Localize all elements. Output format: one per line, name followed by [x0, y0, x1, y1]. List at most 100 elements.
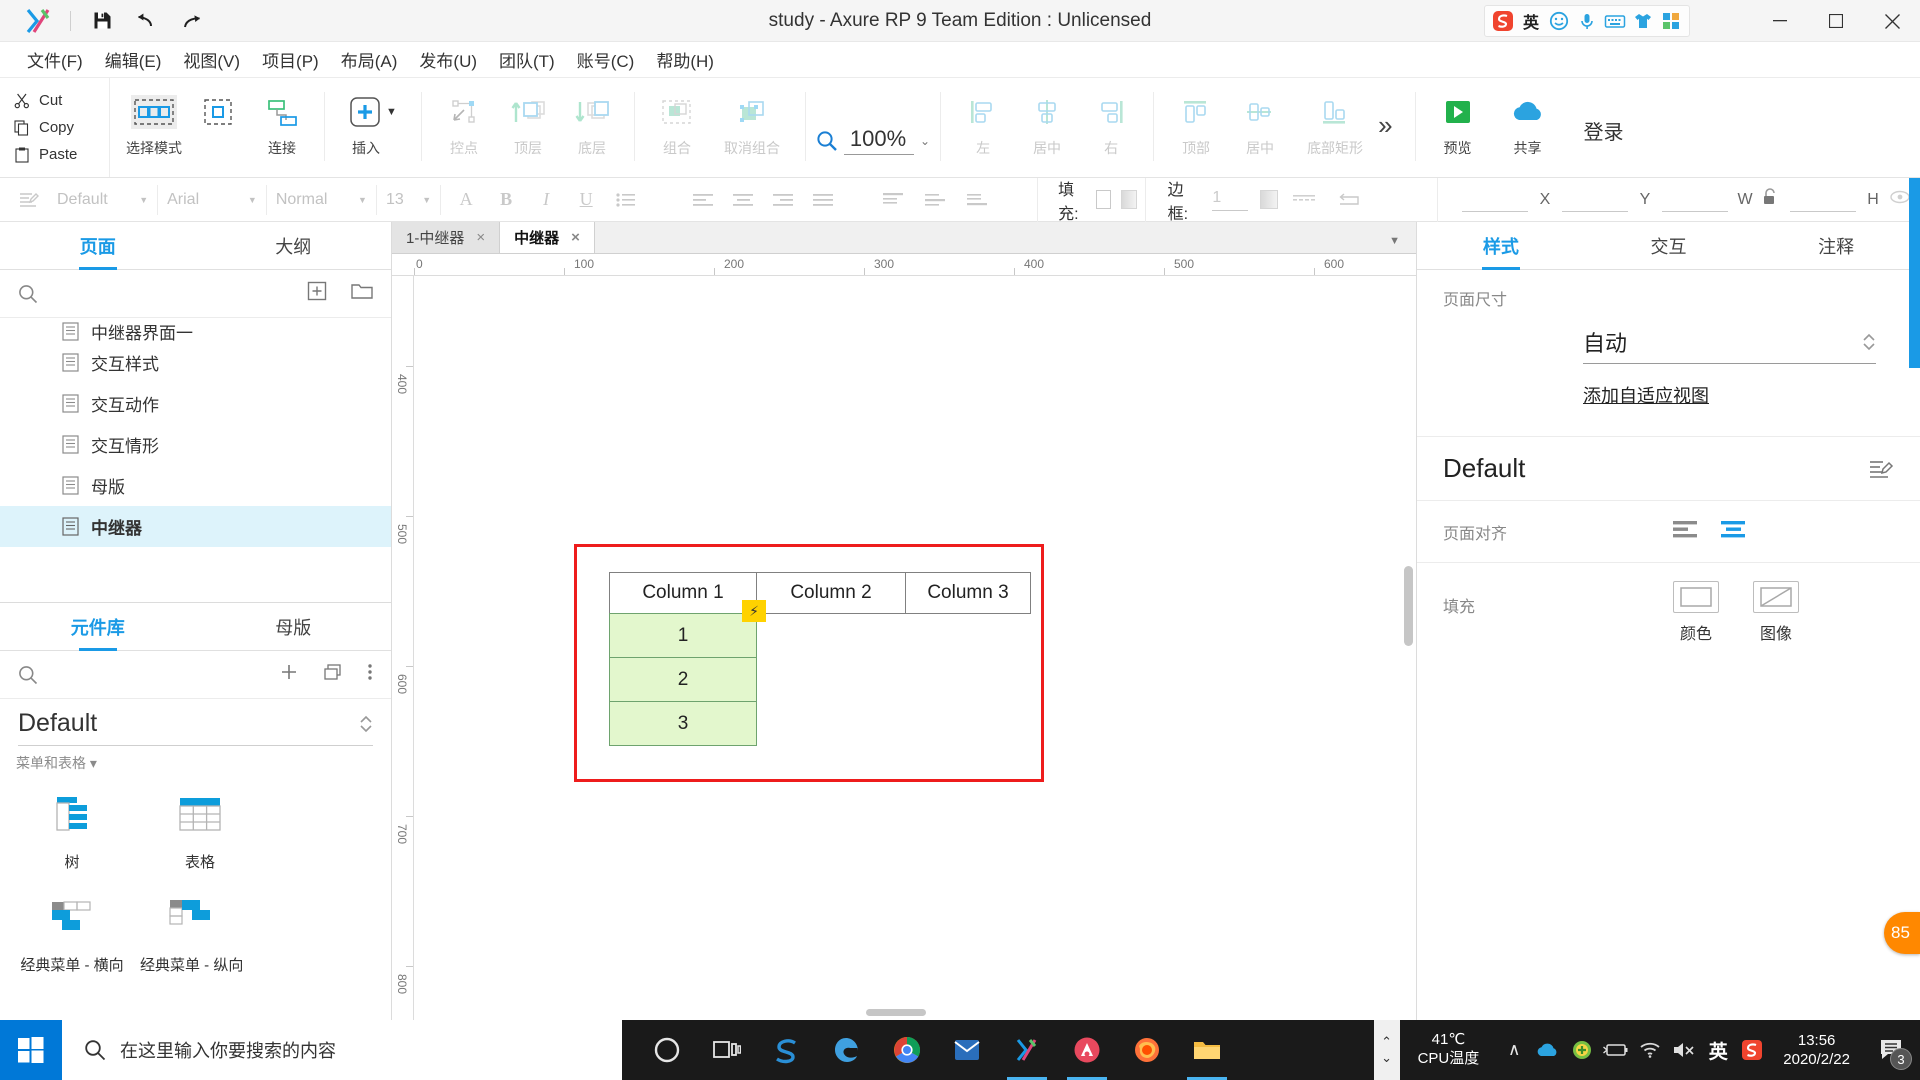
- page-node-0[interactable]: 中继器界面一: [0, 320, 391, 342]
- valign-middle-button[interactable]: [919, 183, 953, 217]
- text-align-left-button[interactable]: [687, 183, 721, 217]
- tab-interactions[interactable]: 交互: [1585, 222, 1753, 269]
- insert-button[interactable]: ▼ 插入: [335, 88, 411, 158]
- notification-center-button[interactable]: 3: [1864, 1020, 1920, 1080]
- doc-tab-2[interactable]: 中继器 ×: [500, 222, 595, 253]
- border-style-button[interactable]: [1290, 183, 1321, 217]
- align-top-button[interactable]: 顶部: [1164, 88, 1228, 158]
- tab-outline[interactable]: 大纲: [196, 222, 392, 269]
- page-node-interaction-action[interactable]: 交互动作: [0, 383, 391, 424]
- menu-publish[interactable]: 发布(U): [408, 43, 488, 76]
- fill-image-option[interactable]: 图像: [1753, 581, 1799, 644]
- lock-aspect-icon[interactable]: [1762, 188, 1782, 211]
- repeater-header-cell[interactable]: Column 3: [905, 572, 1031, 614]
- w-input[interactable]: [1662, 188, 1729, 212]
- y-input[interactable]: [1562, 188, 1629, 212]
- right-panel-scrollbar[interactable]: [1909, 178, 1920, 368]
- undo-icon[interactable]: [129, 6, 163, 36]
- copy-button[interactable]: Copy: [14, 115, 109, 140]
- align-center-button[interactable]: 居中: [1015, 88, 1079, 158]
- zoom-caret-icon[interactable]: ⌄: [920, 134, 930, 148]
- page-align-left-button[interactable]: [1673, 519, 1699, 544]
- design-canvas[interactable]: Column 1 Column 2 Column 3 ⚡ 1 2 3: [414, 276, 1416, 1020]
- h-input[interactable]: [1790, 188, 1857, 212]
- page-node-master[interactable]: 母版: [0, 465, 391, 506]
- fill-color-swatch[interactable]: [1096, 190, 1112, 209]
- repeater-header-cell[interactable]: Column 2: [756, 572, 906, 614]
- security-shield-icon[interactable]: [1565, 1020, 1599, 1080]
- menu-layout[interactable]: 布局(A): [330, 43, 409, 76]
- doc-tabs-overflow-icon[interactable]: ▼: [1389, 235, 1400, 247]
- windows-start-icon[interactable]: [0, 1020, 62, 1080]
- group-button[interactable]: 组合: [645, 88, 709, 158]
- ime-english-icon[interactable]: 英: [1701, 1020, 1735, 1080]
- repeater-row[interactable]: 2: [609, 657, 757, 702]
- redo-icon[interactable]: [175, 6, 209, 36]
- tab-style[interactable]: 样式: [1417, 222, 1585, 269]
- fill-color-option[interactable]: 颜色: [1673, 581, 1719, 644]
- preview-button[interactable]: 预览: [1426, 88, 1490, 158]
- share-button[interactable]: 共享: [1496, 88, 1560, 158]
- add-adaptive-view-link[interactable]: 添加自适应视图: [1583, 382, 1894, 408]
- edge-icon[interactable]: [818, 1020, 876, 1080]
- design-app-icon[interactable]: [1058, 1020, 1116, 1080]
- close-button[interactable]: [1864, 0, 1920, 42]
- lightning-bolt-icon[interactable]: ⚡: [742, 600, 766, 622]
- canvas-vertical-scrollbar[interactable]: [1404, 566, 1413, 646]
- menu-edit[interactable]: 编辑(E): [94, 43, 173, 76]
- widget-tree[interactable]: 树: [8, 783, 136, 872]
- tab-pages[interactable]: 页面: [0, 222, 196, 269]
- cpu-temperature-widget[interactable]: 41℃ CPU温度: [1418, 1031, 1480, 1069]
- search-icon[interactable]: [18, 284, 38, 304]
- chevron-up-icon[interactable]: ⌃: [1381, 1034, 1392, 1050]
- foxmail-icon[interactable]: [938, 1020, 996, 1080]
- select-single-button[interactable]: .: [186, 88, 250, 154]
- x-input[interactable]: [1462, 188, 1529, 212]
- align-middle-button[interactable]: 居中: [1228, 88, 1292, 158]
- doc-tab-1[interactable]: 1-中继器 ×: [392, 222, 501, 253]
- page-align-center-button[interactable]: [1721, 519, 1747, 544]
- style-picker[interactable]: [0, 178, 48, 222]
- sogou-ime-tray-icon[interactable]: [1735, 1020, 1769, 1080]
- menu-project[interactable]: 项目(P): [251, 43, 330, 76]
- vertical-ruler[interactable]: 400 500 600 700 800: [392, 276, 414, 1020]
- widget-table[interactable]: 表格: [136, 783, 264, 872]
- page-node-repeater[interactable]: 中继器: [0, 506, 391, 547]
- chevron-up-icon[interactable]: ∧: [1497, 1020, 1531, 1080]
- align-left-button[interactable]: 左: [951, 88, 1015, 158]
- style-name-row[interactable]: Default: [1417, 437, 1920, 501]
- minimize-button[interactable]: [1752, 0, 1808, 42]
- paste-button[interactable]: Paste: [14, 142, 109, 167]
- font-weight-dropdown[interactable]: Normal ▼: [267, 184, 377, 215]
- ime-voice-icon[interactable]: [1575, 9, 1599, 33]
- canvas-horizontal-scrollbar[interactable]: [866, 1009, 926, 1016]
- menu-view[interactable]: 视图(V): [172, 43, 251, 76]
- ungroup-button[interactable]: 取消组合: [709, 88, 795, 158]
- arrow-style-button[interactable]: [1332, 183, 1363, 217]
- text-align-center-button[interactable]: [727, 183, 761, 217]
- sogou-ime-icon[interactable]: [1491, 9, 1515, 33]
- font-color-button[interactable]: A: [449, 183, 483, 217]
- menu-help[interactable]: 帮助(H): [645, 43, 725, 76]
- page-node-interaction-case[interactable]: 交互情形: [0, 424, 391, 465]
- onedrive-icon[interactable]: [1531, 1020, 1565, 1080]
- underline-button[interactable]: U: [569, 183, 603, 217]
- text-align-right-button[interactable]: [767, 183, 801, 217]
- font-size-dropdown[interactable]: 13 ▼: [377, 184, 442, 215]
- menu-team[interactable]: 团队(T): [488, 43, 566, 76]
- toolbar-overflow-button[interactable]: »: [1378, 78, 1392, 177]
- italic-button[interactable]: I: [529, 183, 563, 217]
- ime-apps-icon[interactable]: [1659, 9, 1683, 33]
- widget-classic-menu-vertical[interactable]: 经典菜单 - 纵向: [136, 886, 286, 975]
- bullet-list-button[interactable]: [609, 183, 643, 217]
- tray-scroll-arrows[interactable]: ⌃ ⌄: [1373, 1020, 1400, 1080]
- wifi-icon[interactable]: [1633, 1020, 1667, 1080]
- ime-keyboard-icon[interactable]: [1603, 9, 1627, 33]
- task-view-icon[interactable]: [698, 1020, 756, 1080]
- stepper-icon[interactable]: [359, 711, 373, 737]
- axure-icon[interactable]: [998, 1020, 1056, 1080]
- cortana-icon[interactable]: [638, 1020, 696, 1080]
- close-icon[interactable]: ×: [476, 229, 485, 246]
- send-to-back-button[interactable]: 底层: [560, 88, 624, 158]
- battery-icon[interactable]: [1599, 1020, 1633, 1080]
